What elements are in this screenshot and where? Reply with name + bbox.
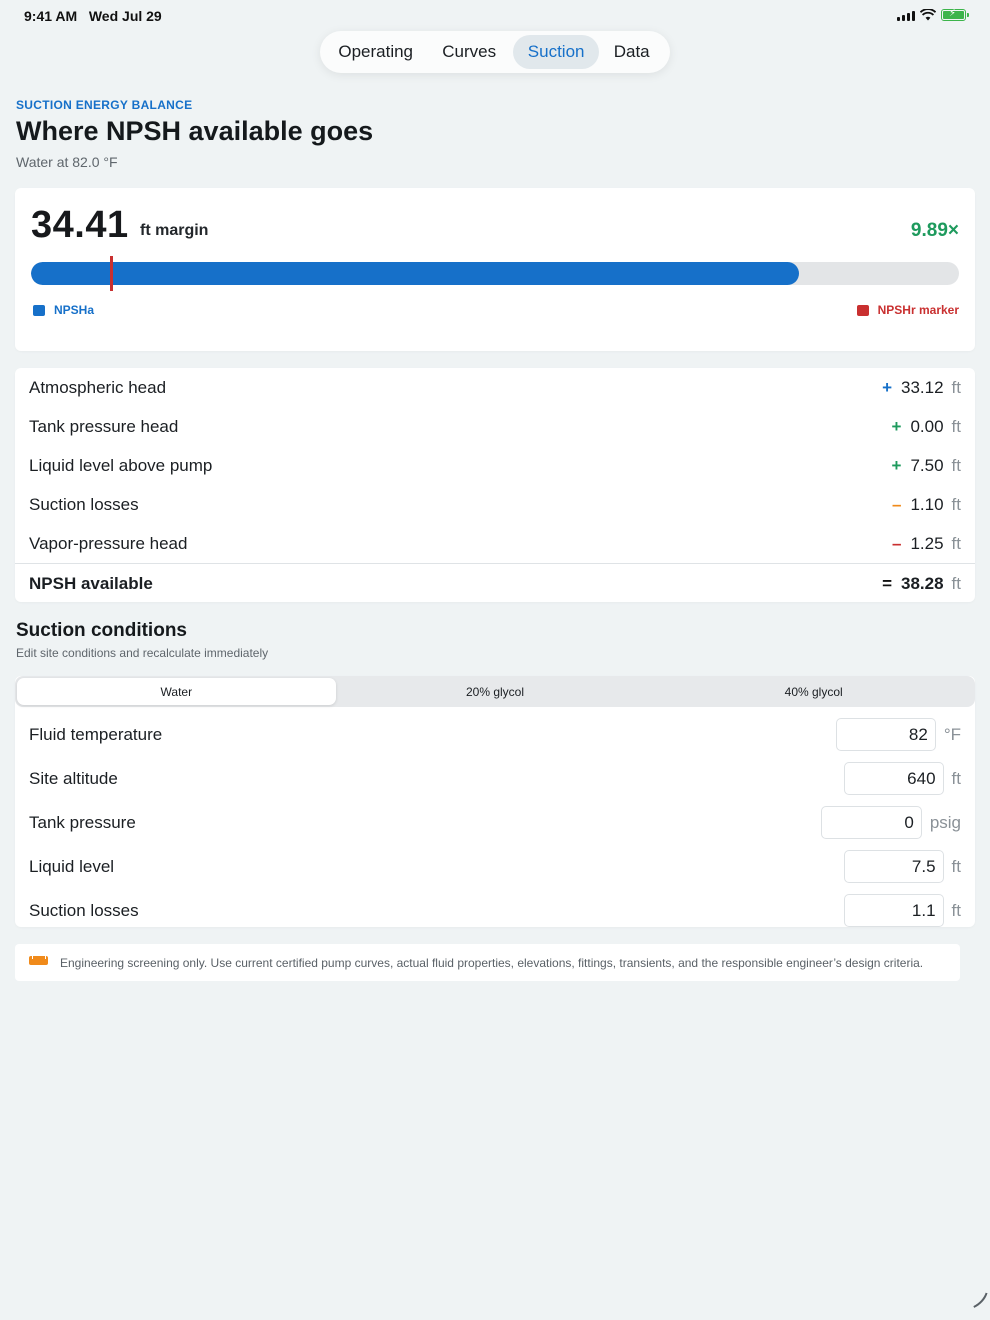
site-altitude-input[interactable] (843, 762, 944, 795)
condition-row-suction-losses: Suction losses ft (15, 888, 975, 927)
balance-value: 33.12 (901, 378, 944, 397)
balance-unit: ft (951, 378, 961, 397)
balance-row: Vapor-pressure head – 1.25 ft (15, 524, 975, 563)
condition-unit: ft (951, 900, 961, 920)
balance-value: 7.50 (910, 456, 944, 475)
status-icons: ⚡ (897, 8, 969, 21)
balance-row: Liquid level above pump + 7.50 ft (15, 446, 975, 485)
legend-npsha-label: NPSHa (54, 303, 95, 317)
condition-unit: ft (951, 768, 961, 788)
energy-balance-card: Atmospheric head + 33.12 ft Tank pressur… (15, 368, 975, 602)
plus-sign-icon: + (891, 417, 902, 436)
npsh-bar-track (31, 262, 959, 285)
status-bar: 9:41 AM Wed Jul 29 ⚡ (0, 0, 990, 30)
fluid-temperature-input[interactable] (835, 718, 936, 751)
balance-value: 0.00 (910, 417, 944, 436)
fluid-selector: Water 20% glycol 40% glycol (15, 676, 975, 707)
condition-row-altitude: Site altitude ft (15, 756, 975, 800)
section-eyebrow: SUCTION ENERGY BALANCE (16, 98, 193, 112)
condition-unit: ft (951, 856, 961, 876)
tab-curves[interactable]: Curves (425, 35, 512, 69)
wifi-icon (920, 9, 936, 21)
npsha-bar-fill (31, 262, 799, 285)
npsha-swatch (33, 304, 45, 316)
condition-row-tank-pressure: Tank pressure psig (15, 800, 975, 844)
condition-label: Tank pressure (29, 813, 136, 832)
condition-label: Liquid level (29, 857, 115, 876)
fluid-tab-40-glycol[interactable]: 40% glycol (654, 678, 973, 705)
balance-total-unit: ft (951, 574, 961, 593)
equals-sign-icon: = (882, 574, 892, 593)
margin-unit: ft margin (140, 222, 209, 239)
balance-total-row: NPSH available = 38.28 ft (15, 563, 975, 602)
npshr-swatch (856, 304, 869, 316)
suction-losses-input[interactable] (843, 894, 944, 927)
margin-value: 34.41 (31, 204, 129, 246)
balance-label: Suction losses (29, 495, 139, 514)
balance-unit: ft (951, 534, 961, 553)
tab-operating[interactable]: Operating (326, 35, 425, 69)
disclaimer-banner: Engineering screening only. Use current … (15, 944, 960, 981)
balance-total-value: 38.28 (901, 574, 944, 593)
minus-sign-icon: – (891, 534, 902, 553)
balance-unit: ft (951, 456, 961, 475)
condition-unit: °F (943, 724, 961, 744)
balance-unit: ft (951, 417, 961, 436)
section-title: Suction conditions (16, 620, 187, 641)
npshr-marker (110, 256, 113, 291)
balance-label: Tank pressure head (29, 417, 179, 436)
balance-unit: ft (951, 495, 961, 514)
view-switcher: Operating Curves Suction Data (320, 31, 670, 73)
condition-row-temperature: Fluid temperature °F (15, 712, 975, 756)
ruler-icon (29, 956, 48, 965)
fluid-tab-20-glycol[interactable]: 20% glycol (336, 678, 655, 705)
resize-handle-icon (954, 1284, 988, 1318)
balance-row: Atmospheric head + 33.12 ft (15, 368, 975, 407)
minus-sign-icon: – (891, 495, 902, 514)
condition-label: Fluid temperature (29, 725, 163, 744)
balance-row: Tank pressure head + 0.00 ft (15, 407, 975, 446)
status-time: 9:41 AM Wed Jul 29 (24, 8, 162, 24)
legend-npshr: NPSHr marker (856, 303, 959, 317)
legend-npshr-label: NPSHr marker (877, 303, 959, 317)
margin-ratio: 9.89× (910, 220, 959, 241)
tab-suction[interactable]: Suction (512, 35, 600, 69)
liquid-level-input[interactable] (843, 850, 944, 883)
condition-label: Site altitude (29, 769, 118, 788)
plus-sign-icon: + (882, 378, 892, 397)
legend-npsha: NPSHa (33, 303, 94, 317)
tank-pressure-input[interactable] (820, 806, 922, 839)
cellular-signal-icon (897, 10, 915, 21)
disclaimer-text: Engineering screening only. Use current … (60, 956, 924, 970)
status-date: Wed Jul 29 (88, 8, 162, 24)
balance-label: Vapor-pressure head (29, 534, 188, 553)
section-subtitle: Edit site conditions and recalculate imm… (16, 646, 269, 660)
status-clock: 9:41 AM (24, 8, 78, 24)
npsh-margin-card: 34.41 ft margin 9.89× NPSHa NPSHr marker (15, 188, 975, 351)
balance-label: Atmospheric head (29, 378, 167, 397)
suction-conditions-card: Water 20% glycol 40% glycol Fluid temper… (15, 676, 975, 927)
balance-total-label: NPSH available (29, 574, 153, 593)
condition-unit: psig (929, 812, 961, 832)
balance-value: 1.25 (910, 534, 944, 553)
balance-row: Suction losses – 1.10 ft (15, 485, 975, 524)
balance-label: Liquid level above pump (29, 456, 213, 475)
fluid-tab-water[interactable]: Water (17, 678, 336, 705)
plus-sign-icon: + (891, 456, 902, 475)
page-subtitle: Water at 82.0 °F (16, 154, 118, 170)
balance-value: 1.10 (910, 495, 944, 514)
page-title: Where NPSH available goes (16, 116, 374, 146)
battery-icon: ⚡ (941, 8, 969, 21)
tab-data[interactable]: Data (599, 35, 664, 69)
condition-row-liquid-level: Liquid level ft (15, 844, 975, 888)
condition-label: Suction losses (29, 901, 139, 920)
